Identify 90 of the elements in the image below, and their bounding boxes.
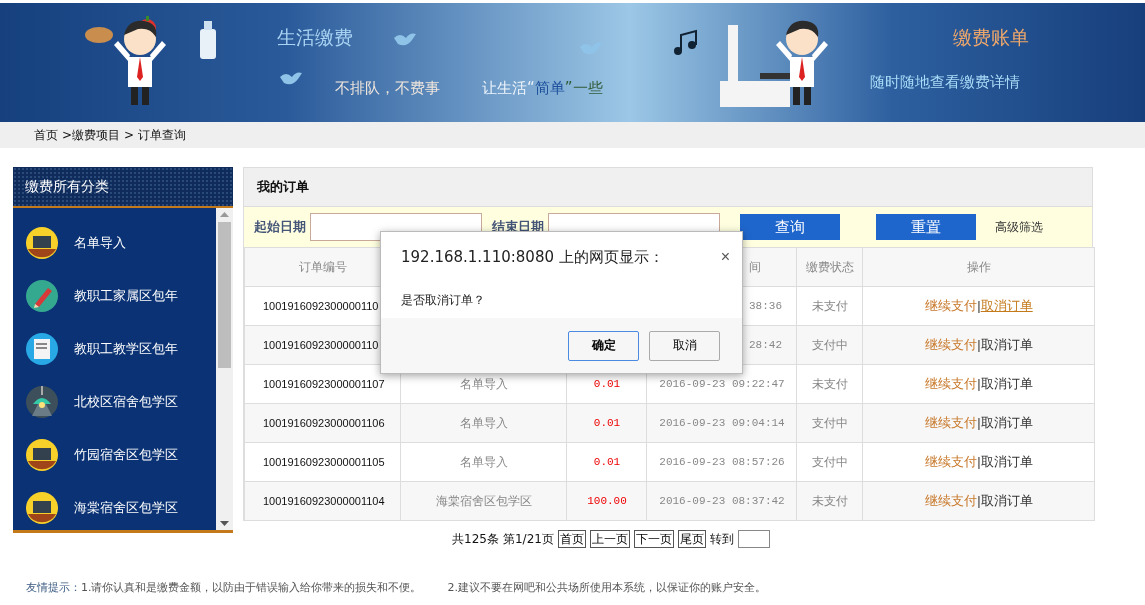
cancel-order-link[interactable]: 取消订单 xyxy=(980,493,1033,508)
continue-pay-link[interactable]: 继续支付 xyxy=(925,454,978,469)
sidebar-item-label: 海棠宿舍区包学区 xyxy=(74,498,178,517)
column-header: 操作 xyxy=(862,247,1095,287)
page-button[interactable]: 首页 xyxy=(557,530,586,548)
sidebar-item-label: 竹园宿舍区包学区 xyxy=(74,445,178,464)
table-cell: 0.01 xyxy=(566,403,647,443)
table-cell: 未支付 xyxy=(796,286,863,326)
blackboard-icon xyxy=(26,226,58,259)
scroll-up-icon[interactable] xyxy=(220,212,229,217)
sidebar-item-label: 教职工家属区包年 xyxy=(74,286,178,305)
cancel-button[interactable]: 取消 xyxy=(649,330,720,361)
sidebar-item[interactable]: 竹园宿舍区包学区 xyxy=(13,428,216,481)
table-cell: 10019160923000001105 xyxy=(244,442,401,482)
sidebar-item[interactable]: 名单导入 xyxy=(13,216,216,269)
reset-button[interactable]: 重置 xyxy=(876,214,976,240)
table-cell: 10019160923000001107 xyxy=(244,364,401,404)
scroll-down-icon[interactable] xyxy=(220,521,229,526)
link-separator: | xyxy=(977,493,981,508)
banner-slogan: 不排队，不费事 xyxy=(335,79,440,98)
table-cell: 名单导入 xyxy=(400,403,567,443)
page-button[interactable]: 上一页 xyxy=(589,530,630,548)
tip-label: 友情提示： xyxy=(26,581,81,594)
sidebar-item[interactable]: 北校区宿舍包学区 xyxy=(13,375,216,428)
link-separator: | xyxy=(977,337,981,352)
sidebar-item[interactable]: 教职工教学区包年 xyxy=(13,322,216,375)
goto-label: 转到 xyxy=(709,530,734,548)
table-cell: 10019160923000001104 xyxy=(244,481,401,521)
cancel-order-link[interactable]: 取消订单 xyxy=(980,298,1033,313)
table-cell: 支付中 xyxy=(796,325,863,365)
cancel-order-link[interactable]: 取消订单 xyxy=(980,337,1033,352)
table-cell: 2016-09-23 08:57:26 xyxy=(646,442,797,482)
breadcrumb-item[interactable]: > xyxy=(124,128,135,142)
column-header: 缴费状态 xyxy=(796,247,863,287)
banner-heading: 缴费账单 xyxy=(953,25,1029,50)
sidebar-header: 缴费所有分类 xyxy=(13,167,233,208)
continue-pay-link[interactable]: 继续支付 xyxy=(925,298,978,313)
tip-text: 1.请你认真和是缴费金额，以防由于错误输入给你带来的损失和不便。 xyxy=(81,581,422,594)
sidebar-item-label: 北校区宿舍包学区 xyxy=(74,392,178,411)
banner-title: 生活缴费 xyxy=(277,25,353,50)
lamp-icon xyxy=(26,385,58,418)
table-cell: 2016-09-23 08:37:42 xyxy=(646,481,797,521)
link-separator: | xyxy=(977,454,981,469)
scrollbar[interactable] xyxy=(216,208,233,530)
table-cell: 未支付 xyxy=(796,481,863,521)
page-indicator: 第1/21页 xyxy=(502,530,554,548)
breadcrumb-item: >缴费项目 xyxy=(62,126,121,144)
table-cell: 100.00 xyxy=(566,481,647,521)
blackboard-icon xyxy=(26,491,58,524)
table-cell: 支付中 xyxy=(796,442,863,482)
link-separator: | xyxy=(977,376,981,391)
table-cell: 0.01 xyxy=(566,442,647,482)
table-cell: 未支付 xyxy=(796,364,863,404)
confirm-button[interactable]: 确定 xyxy=(568,330,639,361)
page-number-field[interactable] xyxy=(737,530,770,548)
table-cell: 名单导入 xyxy=(400,442,567,482)
tip-text: 2.建议不要在网吧和公共场所使用本系统，以保证你的账户安全。 xyxy=(447,580,766,595)
link-separator: | xyxy=(977,298,981,313)
field-label: 起始日期 xyxy=(254,218,306,236)
cancel-order-link[interactable]: 取消订单 xyxy=(980,454,1033,469)
pencil-icon xyxy=(26,279,58,312)
sidebar-item[interactable]: 教职工家属区包年 xyxy=(13,269,216,322)
sidebar-item-label: 教职工教学区包年 xyxy=(74,339,178,358)
panel-title: 我的订单 xyxy=(244,168,1092,207)
link-separator: | xyxy=(977,415,981,430)
table-cell: 2016-09-23 09:04:14 xyxy=(646,403,797,443)
document-icon xyxy=(26,332,58,365)
scrollbar-thumb[interactable] xyxy=(218,222,231,368)
cancel-order-link[interactable]: 取消订单 xyxy=(980,376,1033,391)
banner-slogan: 让生活“简单”一些 xyxy=(482,79,603,98)
breadcrumb-item: 订单查询 xyxy=(138,126,187,144)
continue-pay-link[interactable]: 继续支付 xyxy=(925,376,978,391)
dialog-message: 是否取消订单？ xyxy=(400,292,486,309)
close-button[interactable]: × xyxy=(720,248,730,266)
sidebar-item-label: 名单导入 xyxy=(74,233,126,252)
bread-icon xyxy=(84,25,114,45)
sidebar-item[interactable]: 海棠宿舍区包学区 xyxy=(13,481,216,534)
table-cell: 10019160923000001106 xyxy=(244,403,401,443)
search-button[interactable]: 查询 xyxy=(740,214,840,240)
bottle-icon xyxy=(197,21,219,61)
breadcrumb-item[interactable]: 首页 xyxy=(34,126,58,144)
table-cell: 支付中 xyxy=(796,403,863,443)
page-button[interactable]: 尾页 xyxy=(677,530,706,548)
total-count: 共125条 xyxy=(452,530,499,548)
cancel-order-link[interactable]: 取消订单 xyxy=(980,415,1033,430)
table-cell: 海棠宿舍区包学区 xyxy=(400,481,567,521)
banner-subtitle: 随时随地查看缴费详情 xyxy=(870,73,1020,92)
blackboard-icon xyxy=(26,438,58,471)
page-button[interactable]: 下一页 xyxy=(633,530,674,548)
advanced-filter-link[interactable]: 高级筛选 xyxy=(995,218,1043,236)
